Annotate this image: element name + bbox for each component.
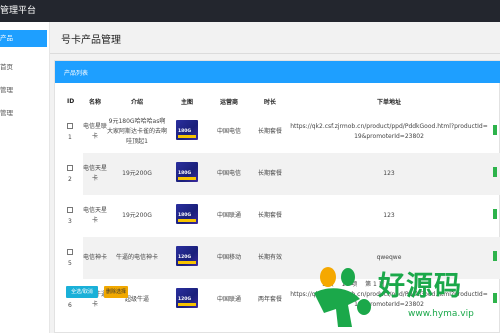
table-row: 1 电信星联卡 9元180G哈哈哈as啊大家阿斯达卡雀的去啊哇顶起1 180G …	[65, 111, 500, 153]
cell-intro: 19元200G	[107, 153, 167, 195]
product-image: 180G	[176, 204, 198, 224]
cell-image: 180G	[167, 153, 207, 195]
cell-duration: 长期套餐	[251, 153, 289, 195]
sidebar-item-label: 管理	[0, 86, 13, 94]
sidebar-item-manage-2[interactable]: 管理	[0, 102, 50, 124]
row-id: 3	[68, 218, 72, 225]
cell-carrier: 中国联通	[216, 212, 241, 219]
image-stripe	[178, 177, 196, 180]
cell-carrier: 中国电信	[216, 128, 241, 135]
row-id: 1	[68, 134, 72, 141]
app-title: 管理平台	[0, 6, 37, 16]
cell-order-url: 123	[289, 153, 489, 195]
cell-image: 120G	[167, 279, 207, 321]
cell-name: 电信神卡	[83, 237, 107, 279]
col-header-id: ID	[67, 97, 75, 105]
col-header-action	[489, 91, 500, 111]
cell-id: 5	[65, 237, 83, 279]
card-header: 产品列表	[55, 61, 500, 83]
image-stripe	[178, 135, 196, 138]
watermark-brand: 好源码	[378, 271, 462, 302]
edit-button[interactable]	[493, 251, 497, 261]
page-title: 号卡产品管理	[61, 35, 121, 46]
table-row: 3 电信天星卡 19元200G 180G 中国联通 长期套餐 123	[65, 195, 500, 237]
cell-order-url: https://qk2.csf.zjrmob.cn/product/ppd/Pd…	[290, 123, 488, 140]
cell-duration: 两年套餐	[257, 296, 282, 303]
paw-icon	[314, 267, 371, 327]
cell-order-url: 123	[383, 212, 395, 219]
row-id: 2	[68, 176, 72, 183]
image-stripe	[178, 219, 196, 222]
cell-action	[489, 153, 500, 195]
row-id: 5	[68, 260, 72, 267]
select-all-button[interactable]: 全选/取消	[66, 286, 98, 298]
product-image: 180G	[176, 120, 198, 140]
delete-selected-button[interactable]: 删除选择	[104, 286, 128, 298]
sidebar-item-label: 管理	[0, 109, 13, 117]
watermark-logo: 好源码 www.hyma.vip	[308, 262, 500, 333]
cell-action	[489, 195, 500, 237]
cell-carrier: 中国联通	[216, 296, 241, 303]
product-image: 120G	[176, 288, 198, 308]
sidebar-item-manage-1[interactable]: 管理	[0, 79, 50, 101]
col-header-order-url: 下单地址	[376, 98, 401, 106]
sidebar-item-product[interactable]: 产品	[0, 30, 47, 47]
row-checkbox[interactable]	[67, 248, 73, 255]
row-checkbox[interactable]	[67, 164, 73, 171]
cell-id: 3	[65, 195, 83, 237]
col-header-image: 主图	[180, 98, 193, 106]
top-navbar: 管理平台	[0, 0, 500, 22]
cell-action	[489, 111, 500, 153]
cell-image: 180G	[167, 195, 207, 237]
sidebar-item-label: 产品	[0, 34, 13, 42]
cell-name: 电信星联卡	[83, 123, 108, 140]
cell-image: 120G	[167, 237, 207, 279]
card-header-title: 产品列表	[64, 70, 89, 77]
product-image: 180G	[176, 162, 198, 182]
sidebar-item-home[interactable]: 首页	[0, 56, 50, 78]
cell-name: 电信天星卡	[83, 207, 108, 224]
sidebar-item-label: 首页	[0, 63, 13, 71]
cell-carrier: 中国移动	[207, 237, 251, 279]
edit-button[interactable]	[493, 125, 497, 135]
col-header-carrier: 运营商	[219, 98, 238, 106]
row-id: 6	[68, 302, 72, 309]
cell-carrier: 中国电信	[207, 153, 251, 195]
cell-duration: 长期套餐	[257, 212, 282, 219]
cell-intro: 牛逼的电信神卡	[107, 237, 167, 279]
cell-id: 2	[65, 153, 83, 195]
image-stripe	[178, 261, 196, 264]
table-row: 2 电信天星卡 19元200G 180G 中国电信 长期套餐 123	[65, 153, 500, 195]
edit-button[interactable]	[493, 167, 497, 177]
cell-image: 180G	[167, 111, 207, 153]
cell-id: 1	[65, 111, 83, 153]
image-stripe	[178, 303, 196, 306]
table-header-row: ID 名称 介绍 主图 运营商 时长 下单地址	[65, 91, 500, 111]
col-header-intro: 介绍	[130, 98, 143, 106]
divider	[50, 53, 500, 54]
row-checkbox[interactable]	[67, 206, 73, 213]
cell-duration: 长期套餐	[257, 128, 282, 135]
sidebar: 产品 首页 管理 管理	[0, 22, 50, 333]
watermark-url: www.hyma.vip	[408, 309, 474, 319]
cell-intro: 19元200G	[122, 212, 152, 219]
col-header-name: 名称	[88, 98, 101, 106]
col-header-duration: 时长	[263, 98, 276, 106]
edit-button[interactable]	[493, 209, 497, 219]
cell-duration: 长期有效	[251, 237, 289, 279]
product-image: 120G	[176, 246, 198, 266]
row-checkbox[interactable]	[67, 122, 73, 129]
cell-intro: 9元180G哈哈哈as啊大家阿斯达卡雀的去啊哇顶起1	[107, 118, 168, 145]
cell-name: 电信天星卡	[83, 153, 107, 195]
